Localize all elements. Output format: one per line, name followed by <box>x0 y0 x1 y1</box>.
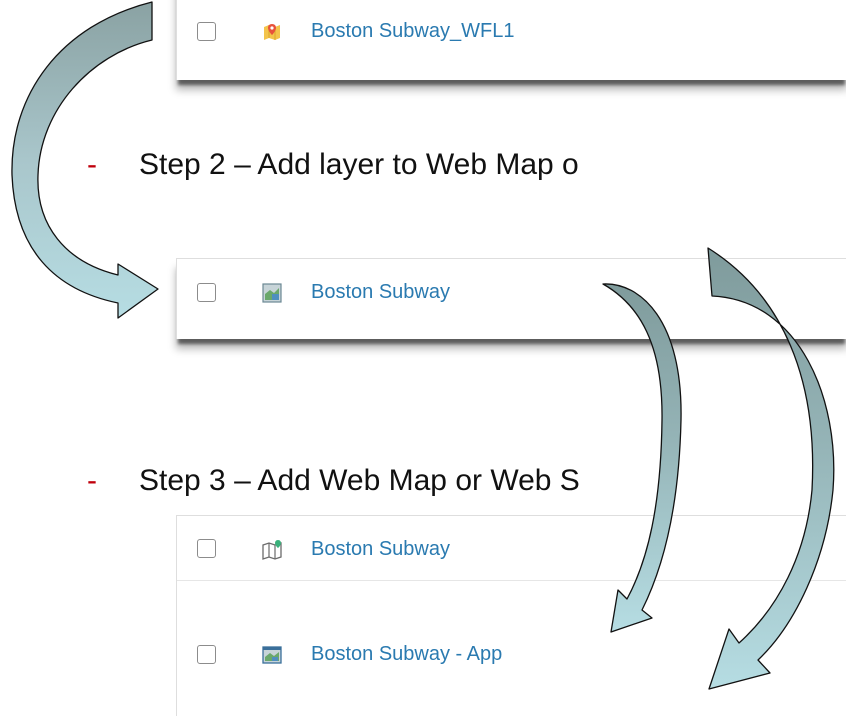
web-app-icon <box>262 645 282 665</box>
step-2-text: Step 2 – Add layer to Web Map o <box>139 148 579 181</box>
list-item-boston-subway-web-map[interactable]: Boston Subway <box>177 516 846 581</box>
feature-layer-icon <box>262 22 282 42</box>
step-3-text: Step 3 – Add Web Map or Web S <box>139 464 580 497</box>
bullet-dash: - <box>87 464 97 497</box>
item-checkbox[interactable] <box>197 539 216 558</box>
list-item-boston-subway-map-service[interactable]: Boston Subway <box>177 261 846 325</box>
web-map-icon <box>262 540 282 560</box>
content-list-panel-3: Boston Subway Boston Subway - App <box>176 515 846 716</box>
item-checkbox[interactable] <box>197 283 216 302</box>
step-2-heading: - Step 2 – Add layer to Web Map o <box>87 148 579 182</box>
content-list-panel-2: Boston Subway <box>176 258 846 339</box>
step-3-heading: - Step 3 – Add Web Map or Web S <box>87 464 580 498</box>
item-checkbox[interactable] <box>197 22 216 41</box>
item-title-link[interactable]: Boston Subway_WFL1 <box>311 20 514 43</box>
map-service-icon <box>262 283 282 303</box>
list-item-boston-subway-app[interactable]: Boston Subway - App <box>177 633 846 697</box>
item-title-link[interactable]: Boston Subway <box>311 281 450 304</box>
item-title-link[interactable]: Boston Subway - App <box>311 643 502 666</box>
list-item-boston-subway-wfl1[interactable]: Boston Subway_WFL1 <box>177 0 846 64</box>
bullet-dash: - <box>87 148 97 181</box>
item-title-link[interactable]: Boston Subway <box>311 538 450 561</box>
content-list-panel-1: Boston Subway_WFL1 <box>176 0 846 80</box>
item-checkbox[interactable] <box>197 645 216 664</box>
